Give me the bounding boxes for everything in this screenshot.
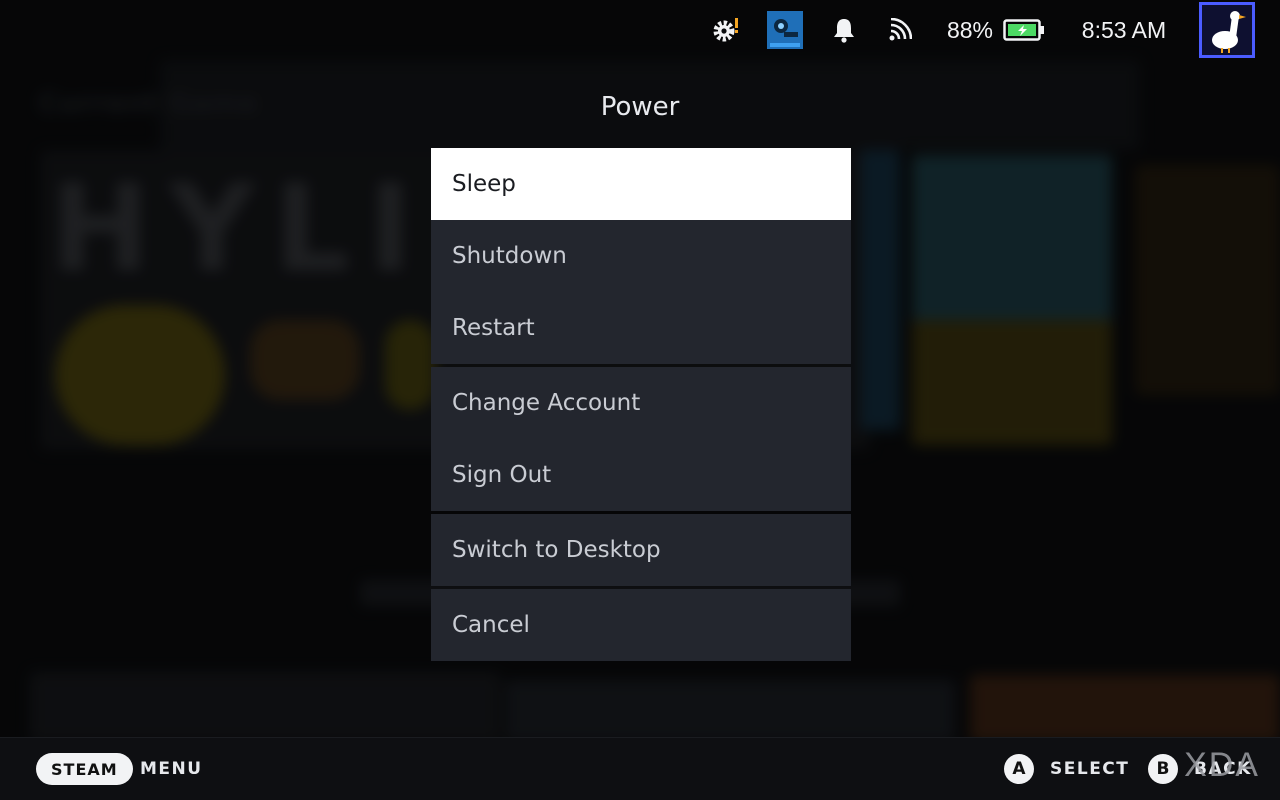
sign-out-button[interactable]: Sign Out <box>431 439 851 511</box>
shutdown-button[interactable]: Shutdown <box>431 220 851 292</box>
xda-watermark: XDA <box>1184 746 1260 784</box>
b-button-icon: B <box>1148 754 1178 784</box>
status-bar: 88% 8:53 AM <box>0 0 1280 60</box>
avatar[interactable] <box>1198 0 1256 60</box>
restart-button[interactable]: Restart <box>431 292 851 364</box>
menu-hint-label: MENU <box>140 759 203 779</box>
menu-group-desktop: Switch to Desktop <box>431 514 851 586</box>
cancel-button[interactable]: Cancel <box>431 589 851 661</box>
wifi-icon[interactable] <box>884 0 916 60</box>
menu-group-power: Sleep Shutdown Restart <box>431 148 851 364</box>
bottom-hint-bar: STEAM MENU A SELECT B BACK XDA <box>0 737 1280 800</box>
bell-icon[interactable] <box>828 0 860 60</box>
power-menu: Sleep Shutdown Restart Change Account Si… <box>431 148 851 664</box>
battery-percent: 88% <box>946 16 994 43</box>
change-account-button[interactable]: Change Account <box>431 367 851 439</box>
a-button-icon: A <box>1004 754 1034 784</box>
select-hint-label: SELECT <box>1050 759 1130 779</box>
menu-group-account: Change Account Sign Out <box>431 367 851 511</box>
app-icon[interactable] <box>765 0 805 60</box>
modal-title: Power <box>600 92 680 122</box>
menu-group-cancel: Cancel <box>431 589 851 661</box>
switch-to-desktop-button[interactable]: Switch to Desktop <box>431 514 851 586</box>
sleep-button[interactable]: Sleep <box>431 148 851 220</box>
steam-button[interactable]: STEAM <box>36 753 133 785</box>
gear-alert-icon[interactable] <box>708 0 744 60</box>
battery-charging-icon <box>1002 0 1046 60</box>
clock: 8:53 AM <box>1081 16 1167 43</box>
